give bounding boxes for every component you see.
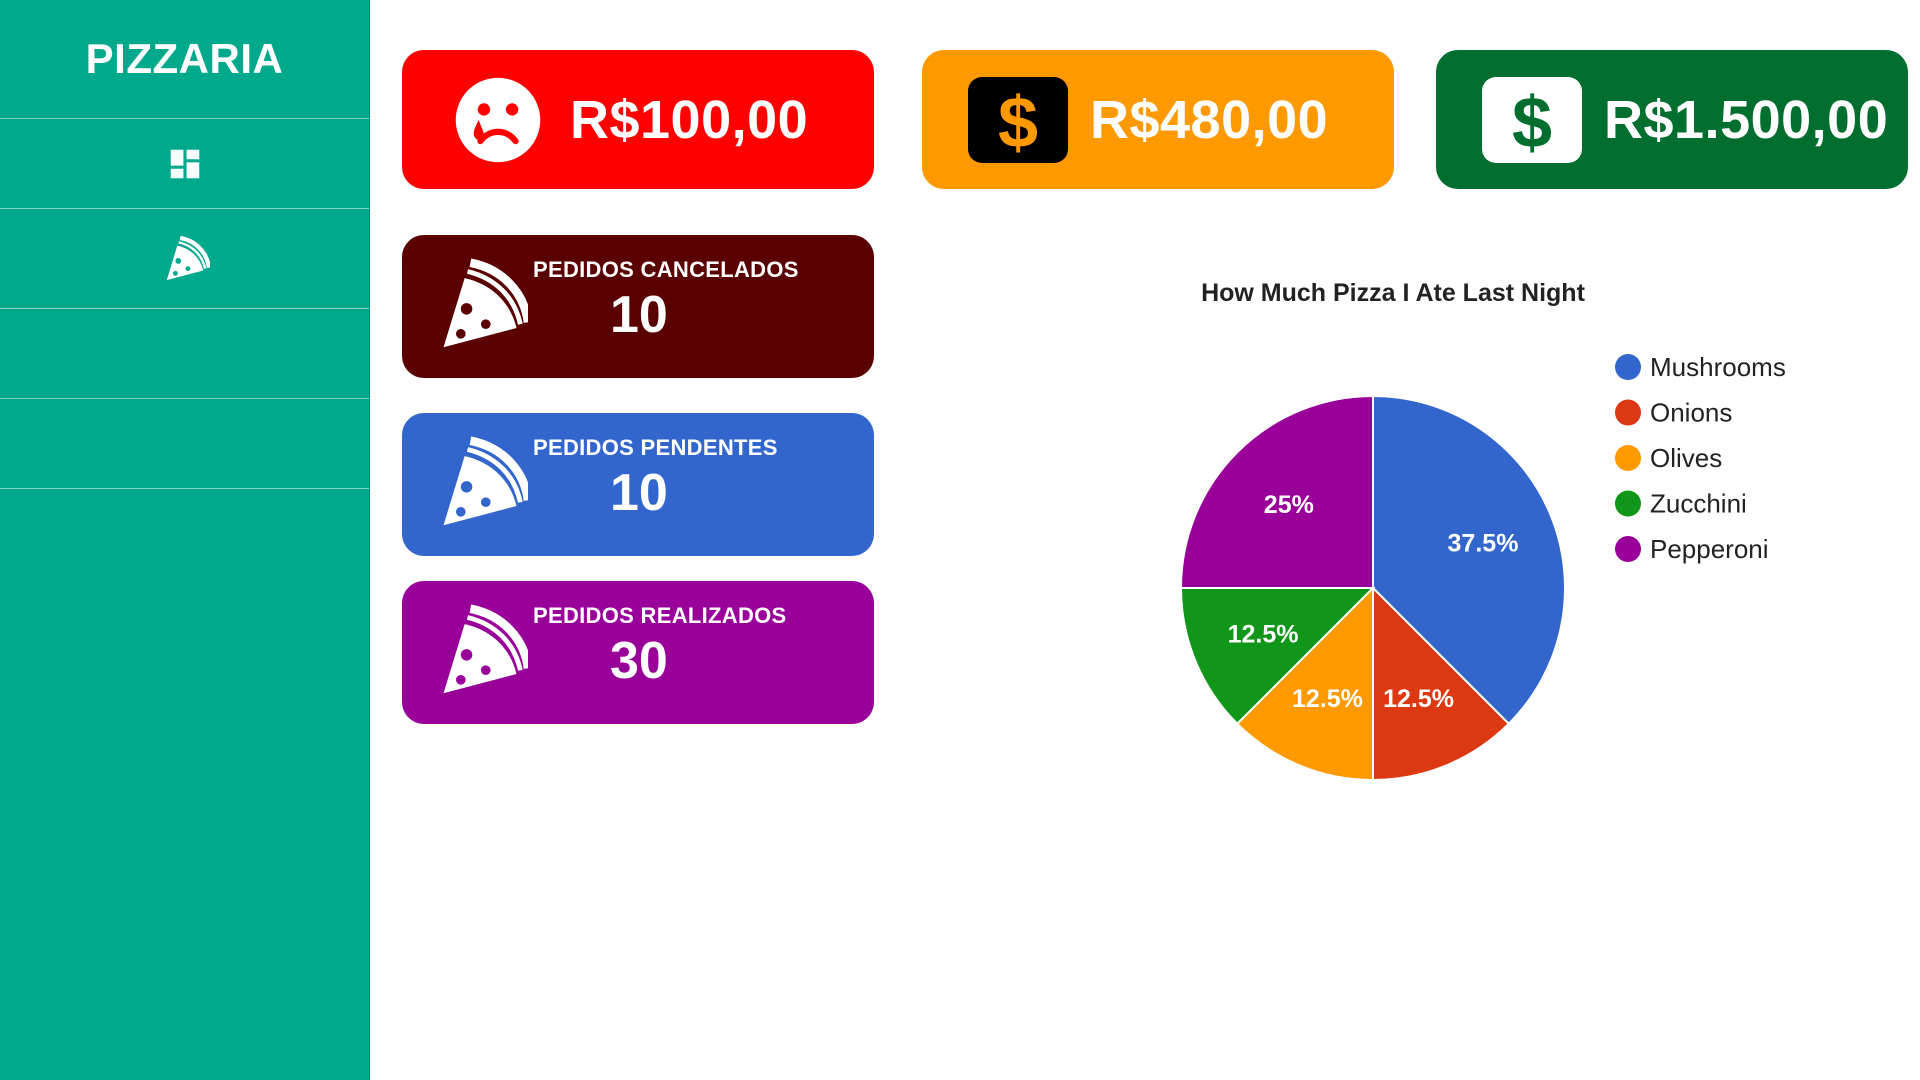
stat-value: R$480,00 xyxy=(1090,89,1329,150)
dollar-icon: $ xyxy=(1482,76,1582,163)
sad-face-icon xyxy=(448,77,548,163)
legend-label: Onions xyxy=(1650,398,1732,428)
stat-card-pending-revenue: $ R$480,00 xyxy=(922,50,1394,189)
pizza-icon xyxy=(443,436,528,526)
sidebar-item-empty-1[interactable] xyxy=(0,309,369,399)
pie-chart: How Much Pizza I Ate Last Night 37.5% 12.… xyxy=(1179,279,1786,782)
pie-percent-label: 12.5% xyxy=(1383,685,1454,713)
legend-label: Mushrooms xyxy=(1650,352,1786,382)
legend-swatch xyxy=(1615,445,1641,471)
order-card-cancelled: PEDIDOS CANCELADOS 10 xyxy=(402,235,874,378)
pizza-icon xyxy=(443,258,528,348)
svg-text:$: $ xyxy=(998,83,1038,163)
stat-card-cancelled-revenue: R$100,00 xyxy=(402,50,874,189)
svg-text:$: $ xyxy=(1512,83,1552,163)
sidebar-item-dashboard[interactable] xyxy=(0,119,369,209)
legend-swatch xyxy=(1615,490,1641,517)
pizza-icon xyxy=(443,604,528,694)
order-label: PEDIDOS REALIZADOS xyxy=(533,603,787,628)
legend-swatch xyxy=(1615,399,1641,426)
pie-percent-label: 25% xyxy=(1264,491,1314,519)
order-count: 10 xyxy=(610,464,668,522)
legend-swatch xyxy=(1615,536,1641,562)
order-label: PEDIDOS PENDENTES xyxy=(533,435,778,460)
dollar-icon: $ xyxy=(968,76,1068,163)
stat-card-completed-revenue: $ R$1.500,00 xyxy=(1436,50,1908,189)
order-card-completed: PEDIDOS REALIZADOS 30 xyxy=(402,581,874,724)
order-count: 30 xyxy=(610,632,668,690)
pie-percent-label: 12.5% xyxy=(1292,685,1363,713)
sidebar-item-empty-2[interactable] xyxy=(0,399,369,489)
legend-label: Olives xyxy=(1650,443,1722,473)
stat-value: R$1.500,00 xyxy=(1604,89,1889,150)
brand-title: PIZZARIA xyxy=(0,0,369,119)
legend-swatch xyxy=(1615,354,1641,380)
dashboard-icon xyxy=(170,149,199,178)
sidebar-item-pizza[interactable] xyxy=(0,209,369,309)
order-card-pending: PEDIDOS PENDENTES 10 xyxy=(402,413,874,556)
stat-value: R$100,00 xyxy=(570,89,809,150)
pizza-icon xyxy=(166,235,210,280)
sidebar: PIZZARIA xyxy=(0,0,370,1080)
pie-percent-label: 12.5% xyxy=(1228,621,1299,649)
order-count: 10 xyxy=(610,286,668,344)
order-label: PEDIDOS CANCELADOS xyxy=(533,257,799,282)
pie-percent-label: 37.5% xyxy=(1448,529,1519,557)
legend-label: Pepperoni xyxy=(1650,534,1769,564)
legend-label: Zucchini xyxy=(1650,489,1747,519)
chart-title: How Much Pizza I Ate Last Night xyxy=(1201,279,1585,307)
